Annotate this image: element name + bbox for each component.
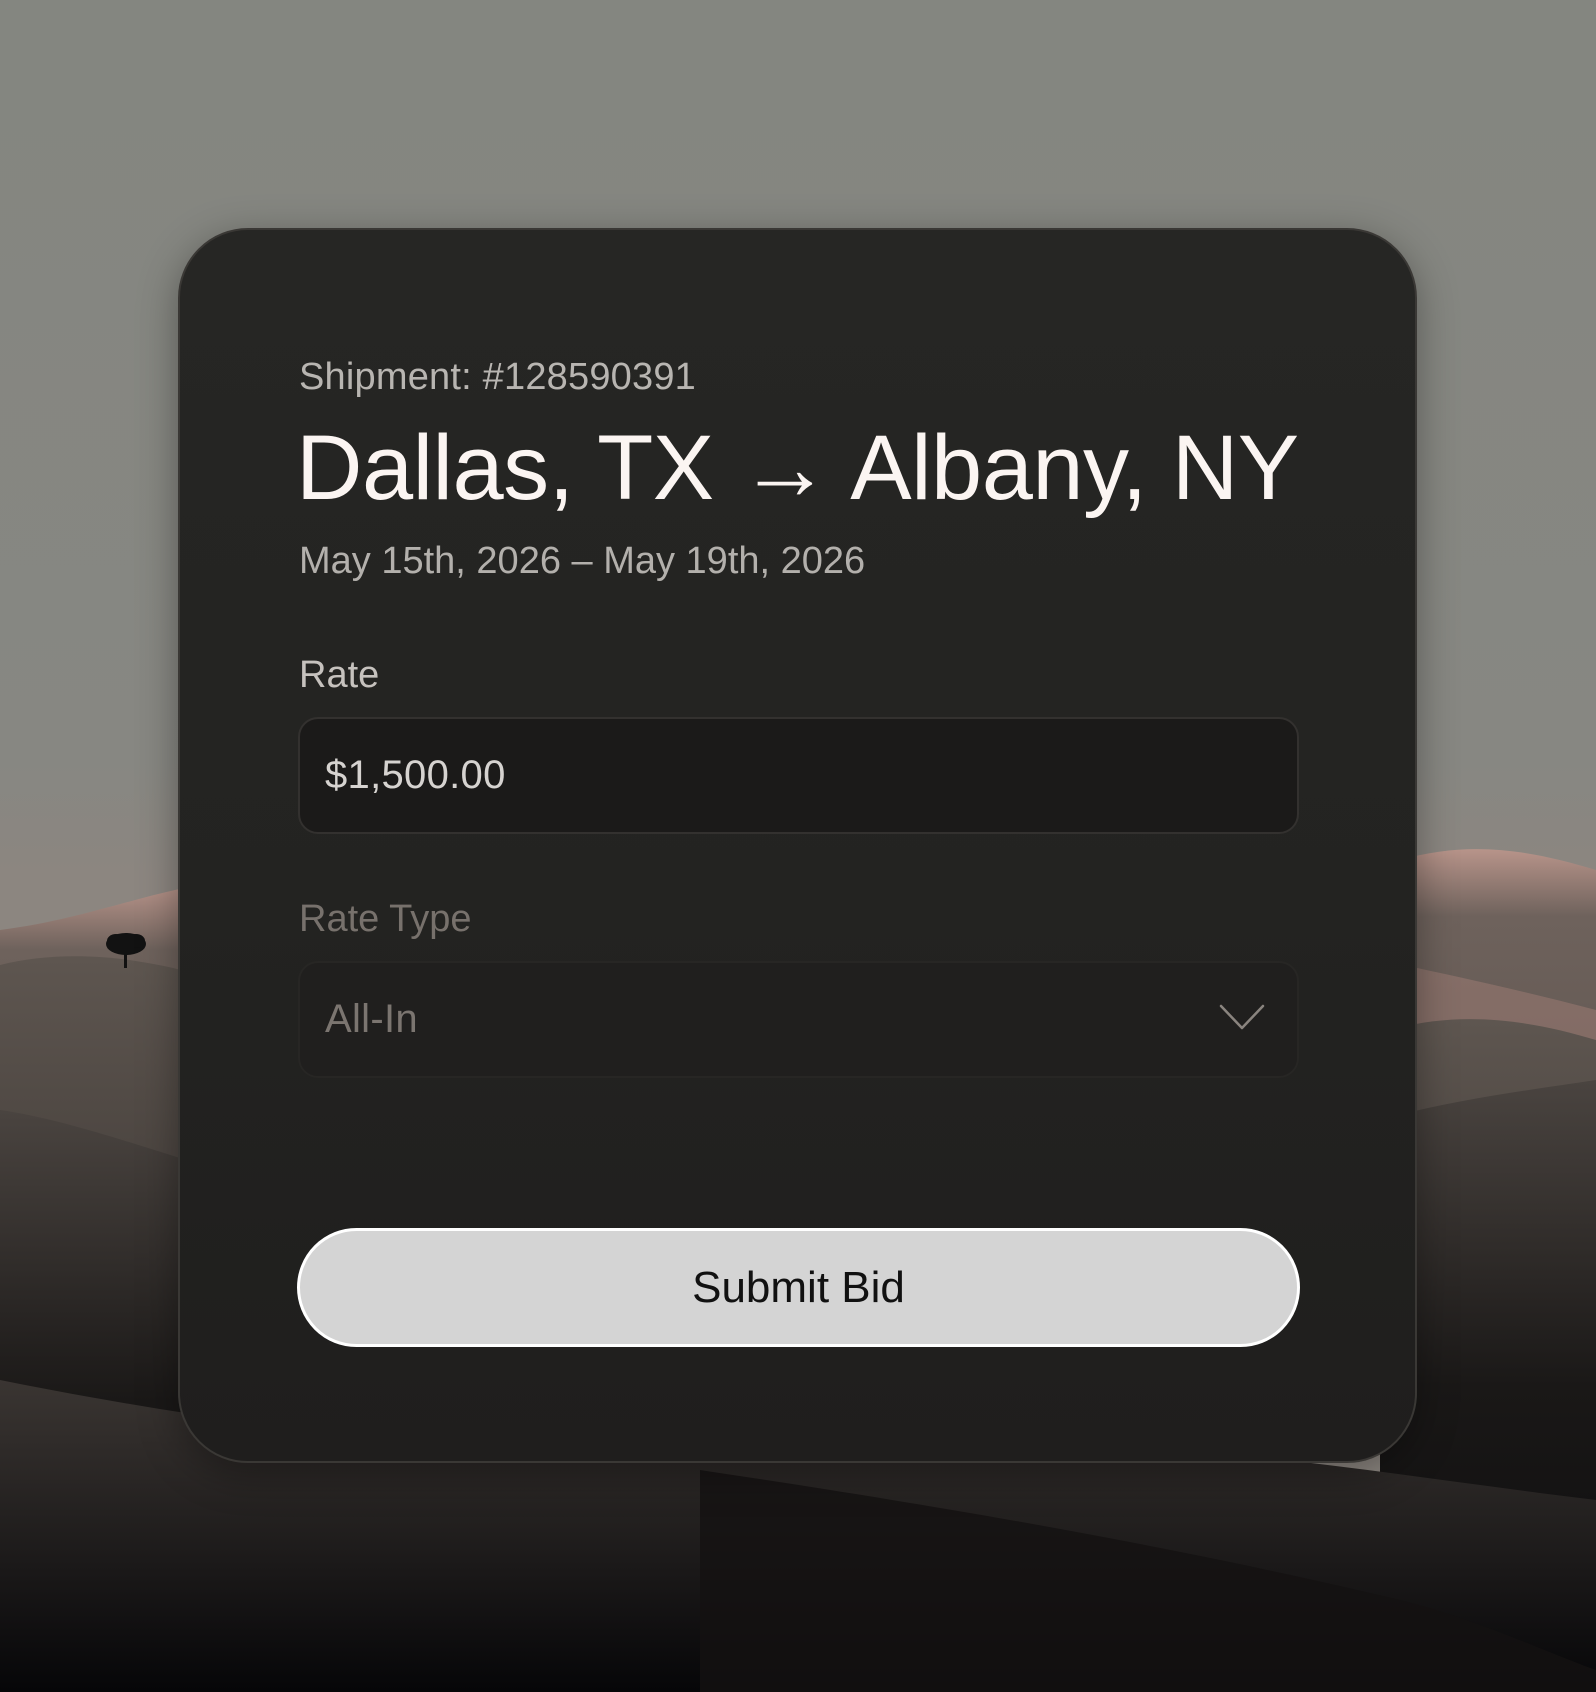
submit-bid-button[interactable]: Submit Bid [297, 1228, 1300, 1347]
rate-value: $1,500.00 [325, 753, 506, 797]
rate-type-select[interactable]: All-In [298, 961, 1299, 1078]
chevron-down-icon [1219, 1004, 1265, 1030]
rate-label: Rate [299, 654, 380, 696]
shipment-id: Shipment: #128590391 [299, 356, 696, 398]
rate-type-value: All-In [325, 997, 418, 1041]
rate-input[interactable]: $1,500.00 [298, 717, 1299, 834]
route-arrow: → [738, 417, 831, 519]
origin-city: Dallas, TX [296, 417, 714, 519]
rate-type-label: Rate Type [299, 898, 472, 940]
route-title: Dallas, TX → Albany, NY [296, 416, 1299, 521]
destination-city: Albany, NY [850, 417, 1299, 519]
date-range: May 15th, 2026 – May 19th, 2026 [299, 540, 866, 582]
bid-card: Shipment: #128590391 Dallas, TX → Albany… [178, 228, 1417, 1463]
